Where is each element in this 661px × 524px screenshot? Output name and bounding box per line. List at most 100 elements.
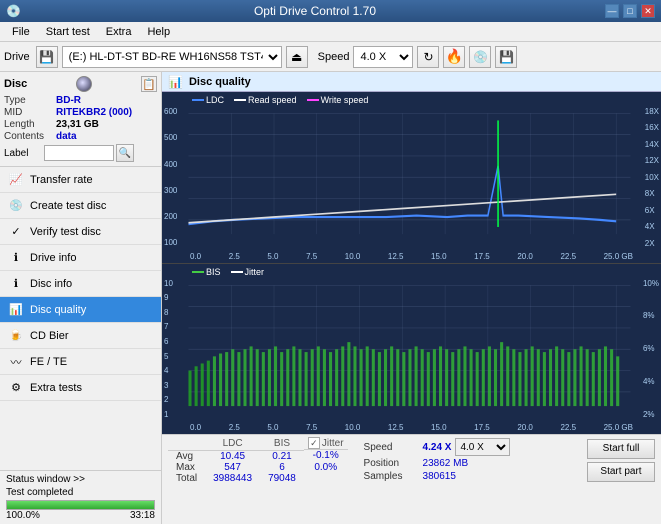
total-ldc: 3988443	[205, 473, 260, 484]
verify-test-disc-icon: ✓	[8, 224, 24, 240]
max-ldc: 547	[205, 462, 260, 473]
jitter-legend-item: Jitter	[231, 267, 265, 277]
window-controls: — □ ✕	[605, 4, 655, 18]
speed-label: Speed	[318, 51, 350, 63]
menu-file[interactable]: File	[4, 24, 38, 40]
length-value: 23,31 GB	[56, 119, 99, 130]
stats-row1: LDC BIS ✓ Jitter Avg 10.45 0.21	[168, 437, 655, 484]
ldc-legend-label: LDC	[206, 95, 224, 105]
disc-title: Disc	[4, 78, 27, 90]
nav-items: 📈 Transfer rate 💿 Create test disc ✓ Ver…	[0, 167, 161, 401]
sidebar-item-create-test-disc[interactable]: 💿 Create test disc	[0, 193, 161, 219]
read-speed-legend-item: Read speed	[234, 95, 297, 105]
disc-quality-icon: 📊	[8, 302, 24, 318]
drive-label: Drive	[4, 51, 30, 63]
position-row: Position 23862 MB	[364, 458, 511, 469]
sidebar-item-drive-info[interactable]: ℹ Drive info	[0, 245, 161, 271]
title-bar-text: Opti Drive Control 1.70	[254, 4, 376, 18]
create-test-disc-icon: 💿	[8, 198, 24, 214]
position-label: Position	[364, 458, 419, 469]
nav-label-fe-te: FE / TE	[30, 356, 67, 368]
col-ldc-header: LDC	[205, 437, 260, 450]
refresh-button[interactable]: ↻	[417, 46, 439, 68]
avg-ldc: 10.45	[205, 450, 260, 462]
write-speed-legend-item: Write speed	[307, 95, 369, 105]
position-value: 23862 MB	[423, 458, 469, 469]
disc-type-row: Type BD-R	[4, 95, 157, 106]
jitter-checkbox[interactable]: ✓	[308, 437, 320, 449]
status-text: Test completed	[6, 487, 155, 498]
save-button[interactable]: 💾	[495, 46, 517, 68]
bis-chart-legend: BIS Jitter	[192, 267, 264, 277]
jitter-legend-label: Jitter	[245, 267, 265, 277]
drive-icon-btn[interactable]: 💾	[36, 46, 58, 68]
speed-col-select[interactable]: 4.0 X	[455, 438, 510, 456]
start-full-button[interactable]: Start full	[587, 439, 655, 459]
disc-action-icon[interactable]: 📋	[141, 76, 157, 92]
progress-bar-fill	[7, 501, 154, 509]
toolbar: Drive 💾 (E:) HL-DT-ST BD-RE WH16NS58 TST…	[0, 42, 661, 72]
sidebar-item-verify-test-disc[interactable]: ✓ Verify test disc	[0, 219, 161, 245]
status-window-button[interactable]: Status window >>	[6, 474, 155, 485]
progress-bar-container	[6, 500, 155, 510]
menu-bar: File Start test Extra Help	[0, 22, 661, 42]
speed-info: Speed 4.24 X 4.0 X Position 23862 MB Sam…	[364, 438, 511, 482]
maximize-button[interactable]: □	[623, 4, 637, 18]
nav-label-disc-quality: Disc quality	[30, 304, 86, 316]
bis-chart: BIS Jitter 10%8%6%4%2% 10987654321	[162, 264, 661, 435]
label-icon-button[interactable]: 🔍	[116, 144, 134, 162]
ldc-chart: LDC Read speed Write speed 18X16X14X12X1…	[162, 92, 661, 264]
eject-button[interactable]: ⏏	[286, 46, 308, 68]
avg-jitter: -0.1%	[304, 450, 348, 462]
nav-label-transfer-rate: Transfer rate	[30, 174, 93, 186]
stats-panel: LDC BIS ✓ Jitter Avg 10.45 0.21	[162, 434, 661, 524]
start-part-button[interactable]: Start part	[587, 462, 655, 482]
ldc-chart-legend: LDC Read speed Write speed	[192, 95, 368, 105]
menu-help[interactable]: Help	[139, 24, 178, 40]
bis-legend-item: BIS	[192, 267, 221, 277]
sidebar-item-disc-info[interactable]: ℹ Disc info	[0, 271, 161, 297]
disc-contents-row: Contents data	[4, 131, 157, 142]
write-speed-legend-label: Write speed	[321, 95, 369, 105]
disc-panel: Disc 📋 Type BD-R MID RITEKBR2 (000) Leng…	[0, 72, 161, 167]
disc-icon	[76, 76, 92, 92]
main-area: Disc 📋 Type BD-R MID RITEKBR2 (000) Leng…	[0, 72, 661, 524]
label-text: Label	[4, 148, 44, 159]
sidebar-item-fe-te[interactable]: 〰 FE / TE	[0, 349, 161, 375]
disc-header: Disc 📋	[4, 76, 157, 92]
bis-chart-svg	[162, 264, 661, 435]
col-bis-header: BIS	[260, 437, 304, 450]
disc-info-icon: ℹ	[8, 276, 24, 292]
nav-label-drive-info: Drive info	[30, 252, 76, 264]
disc-button[interactable]: 💿	[469, 46, 491, 68]
sidebar: Disc 📋 Type BD-R MID RITEKBR2 (000) Leng…	[0, 72, 162, 524]
app-icon: 💿	[6, 4, 21, 18]
drive-select[interactable]: (E:) HL-DT-ST BD-RE WH16NS58 TST4	[62, 46, 282, 68]
minimize-button[interactable]: —	[605, 4, 619, 18]
sidebar-item-extra-tests[interactable]: ⚙ Extra tests	[0, 375, 161, 401]
contents-value: data	[56, 131, 77, 142]
label-input[interactable]	[44, 145, 114, 161]
menu-start-test[interactable]: Start test	[38, 24, 98, 40]
status-bar: Status window >> Test completed 100.0% 3…	[0, 470, 161, 524]
cd-bier-icon: 🍺	[8, 328, 24, 344]
speed-col-value: 4.24 X	[423, 442, 452, 453]
col-jitter-header: Jitter	[322, 438, 344, 449]
total-bis: 79048	[260, 473, 304, 484]
sidebar-item-cd-bier[interactable]: 🍺 CD Bier	[0, 323, 161, 349]
menu-extra[interactable]: Extra	[98, 24, 140, 40]
contents-label: Contents	[4, 131, 56, 142]
ldc-chart-svg	[162, 92, 661, 263]
max-jitter: 0.0%	[304, 462, 348, 473]
sidebar-item-disc-quality[interactable]: 📊 Disc quality	[0, 297, 161, 323]
charts-area: LDC Read speed Write speed 18X16X14X12X1…	[162, 92, 661, 434]
close-button[interactable]: ✕	[641, 4, 655, 18]
burn-button[interactable]: 🔥	[443, 46, 465, 68]
elapsed-time: 33:18	[130, 510, 155, 521]
extra-tests-icon: ⚙	[8, 380, 24, 396]
fe-te-icon: 〰	[8, 354, 24, 370]
sidebar-item-transfer-rate[interactable]: 📈 Transfer rate	[0, 167, 161, 193]
action-buttons: Start full Start part	[587, 439, 655, 482]
mid-label: MID	[4, 107, 56, 118]
speed-select[interactable]: 4.0 X	[353, 46, 413, 68]
